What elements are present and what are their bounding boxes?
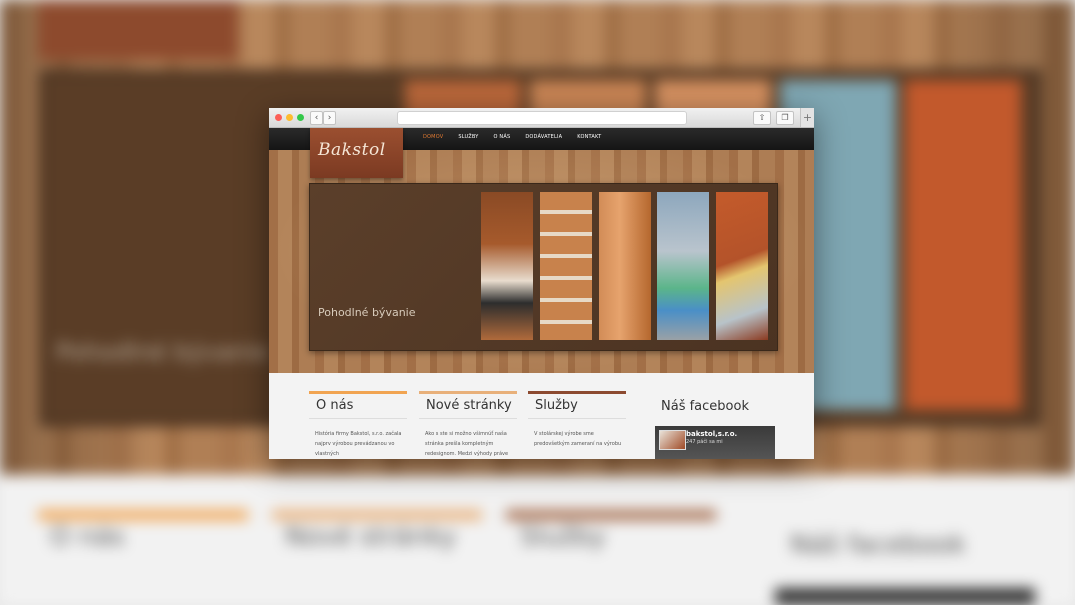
- background-heading: O nás: [50, 522, 125, 552]
- browser-window: ‹ › ⇧ ❐ + DOMOV SLUŽBY O NÁS DODÁVATELIA…: [269, 108, 814, 459]
- background-bar: [506, 510, 716, 520]
- browser-toolbar: ‹ › ⇧ ❐ +: [269, 108, 814, 128]
- background-facebook: [775, 588, 1035, 605]
- kitchen-image[interactable]: [481, 192, 533, 340]
- background-logo: [38, 0, 238, 60]
- nav-item-o-nas[interactable]: O NÁS: [494, 128, 511, 146]
- column-sluzby: Služby V stolárskej výrobe sme predovšet…: [528, 391, 626, 449]
- column-title[interactable]: O nás: [309, 394, 407, 419]
- column-title[interactable]: Služby: [528, 394, 626, 419]
- slider-caption: Pohodlné bývanie: [318, 306, 416, 319]
- new-tab-button[interactable]: +: [800, 108, 814, 127]
- wardrobe-door-image[interactable]: [599, 192, 651, 340]
- nav-item-kontakt[interactable]: KONTAKT: [577, 128, 601, 146]
- nav-item-domov[interactable]: DOMOV: [423, 128, 443, 146]
- chevron-right-icon[interactable]: ›: [323, 111, 336, 125]
- chevron-left-icon[interactable]: ‹: [310, 111, 323, 125]
- background-bar: [272, 510, 482, 520]
- share-icon[interactable]: ⇧: [753, 111, 771, 125]
- background-heading: Nové stránky: [285, 522, 457, 552]
- facebook-page-avatar[interactable]: [659, 430, 686, 450]
- address-bar[interactable]: [397, 111, 687, 125]
- nav-item-dodavatelia[interactable]: DODÁVATELIA: [525, 128, 562, 146]
- logo-text: Bakstol: [318, 140, 386, 160]
- minimize-window-button[interactable]: [286, 114, 293, 121]
- roof-image[interactable]: [716, 192, 768, 340]
- hero-section: Pohodlné bývanie: [269, 150, 814, 373]
- column-text: Ako s ste si možno všimnúť naša stránka …: [425, 431, 509, 457]
- cabinet-image[interactable]: [540, 192, 592, 340]
- facebook-page-name[interactable]: bakstol,s.r.o.: [686, 430, 737, 438]
- background-strip: [905, 80, 1021, 410]
- content-section: O nás História firmy Bakstol, s.r.o. zač…: [269, 373, 814, 459]
- column-text: V stolárskej výrobe sme predovšetkým zam…: [534, 431, 622, 447]
- column-o-nas: O nás História firmy Bakstol, s.r.o. zač…: [309, 391, 407, 459]
- web-page: DOMOV SLUŽBY O NÁS DODÁVATELIA KONTAKT P…: [269, 128, 814, 459]
- facebook-title: Náš facebook: [661, 399, 749, 414]
- main-menu: DOMOV SLUŽBY O NÁS DODÁVATELIA KONTAKT: [423, 128, 616, 146]
- facebook-likes: 247 páči sa mi: [686, 439, 723, 445]
- image-slider: Pohodlné bývanie: [309, 183, 778, 351]
- background-caption: Pohodlné bývanie: [56, 338, 269, 366]
- site-logo[interactable]: Bakstol: [310, 128, 403, 178]
- close-window-button[interactable]: [275, 114, 282, 121]
- column-title[interactable]: Nové stránky: [419, 394, 517, 419]
- column-text: História firmy Bakstol, s.r.o. začala na…: [315, 431, 402, 457]
- column-nove-stranky: Nové stránky Ako s ste si možno všimnúť …: [419, 391, 517, 459]
- table-image[interactable]: [657, 192, 709, 340]
- background-heading: Náš facebook: [790, 530, 966, 560]
- tabs-icon[interactable]: ❐: [776, 111, 794, 125]
- background-bar: [38, 510, 248, 520]
- facebook-widget[interactable]: bakstol,s.r.o. 247 páči sa mi: [655, 426, 775, 459]
- nav-item-sluzby[interactable]: SLUŽBY: [458, 128, 478, 146]
- background-heading: Služby: [520, 522, 606, 552]
- maximize-window-button[interactable]: [297, 114, 304, 121]
